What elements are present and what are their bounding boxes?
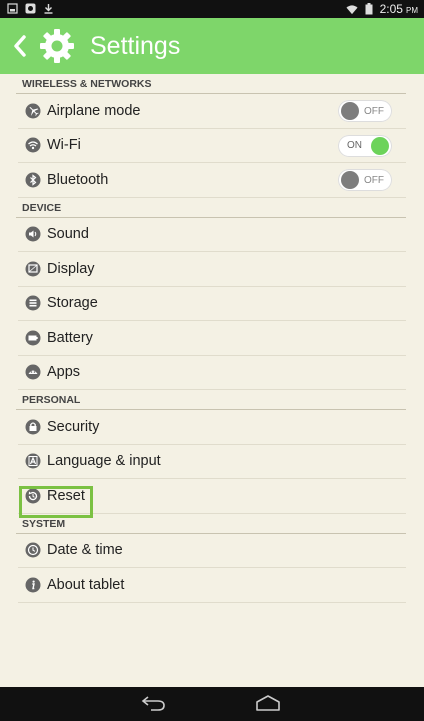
wifi-signal-icon [346, 3, 358, 15]
toggle-state: ON [347, 140, 362, 151]
nav-home-icon[interactable] [254, 693, 282, 718]
settings-gear-icon [36, 25, 78, 67]
settings-list: WIRELESS & NETWORKS Airplane mode OFF Wi… [16, 74, 406, 603]
time-text: 2:05 [379, 2, 403, 16]
language-icon [24, 452, 42, 470]
settings-item-label: Battery [47, 329, 93, 346]
settings-item-label: Language & input [47, 453, 161, 470]
settings-item-display[interactable]: Display [18, 252, 406, 287]
toggle-knob [341, 171, 359, 189]
settings-item-label: Wi-Fi [47, 137, 81, 154]
wifi-icon [24, 136, 42, 154]
settings-item-sound[interactable]: Sound [18, 218, 406, 252]
settings-item-label: Bluetooth [47, 171, 109, 188]
section-header-personal: PERSONAL [16, 390, 406, 410]
toggle-state: OFF [364, 174, 384, 186]
screenshot-icon [6, 2, 18, 14]
clock-time: 2:05 PM [380, 2, 418, 16]
settings-item-label: Sound [47, 226, 89, 243]
settings-item-bluetooth[interactable]: Bluetooth OFF [18, 163, 406, 198]
wifi-toggle[interactable]: ON [338, 134, 392, 157]
settings-item-label: Storage [47, 295, 98, 312]
status-bar: 2:05 PM [0, 0, 424, 18]
bluetooth-icon [24, 171, 42, 189]
toggle-knob [371, 136, 389, 155]
settings-item-storage[interactable]: Storage [18, 287, 406, 321]
settings-item-wifi[interactable]: Wi-Fi ON [18, 129, 406, 163]
app-icon [24, 2, 36, 14]
settings-item-label: Security [47, 418, 100, 435]
settings-item-language-input[interactable]: Language & input [18, 445, 406, 479]
settings-item-label: Date & time [47, 542, 123, 559]
reset-icon [24, 487, 42, 505]
action-bar: Settings [0, 18, 424, 74]
settings-item-label: Apps [47, 364, 81, 381]
settings-item-apps[interactable]: Apps [18, 356, 406, 390]
clock-icon [24, 541, 42, 559]
storage-icon [24, 294, 42, 312]
section-header-device: DEVICE [16, 198, 406, 218]
settings-item-label: Reset [47, 487, 85, 504]
download-icon [42, 2, 54, 14]
settings-item-label: About tablet [47, 576, 125, 593]
info-icon [24, 576, 42, 594]
settings-item-about-tablet[interactable]: About tablet [18, 568, 406, 603]
settings-item-label: Airplane mode [47, 102, 141, 119]
apps-icon [24, 363, 42, 381]
navigation-bar [0, 687, 424, 721]
display-icon [24, 260, 42, 278]
settings-item-battery[interactable]: Battery [18, 321, 406, 356]
section-header-system: SYSTEM [16, 514, 406, 534]
ampm-text: PM [406, 6, 418, 15]
lock-icon [24, 418, 42, 436]
settings-item-airplane-mode[interactable]: Airplane mode OFF [18, 94, 406, 129]
sound-icon [24, 225, 42, 243]
status-right-icons: 2:05 PM [346, 2, 418, 16]
settings-item-security[interactable]: Security [18, 410, 406, 445]
toggle-knob [341, 102, 359, 120]
toggle-state: OFF [364, 105, 384, 117]
settings-item-label: Display [47, 260, 95, 277]
status-left-icons [6, 2, 54, 14]
back-chevron-icon[interactable] [4, 18, 36, 74]
section-header-wireless: WIRELESS & NETWORKS [16, 74, 406, 94]
settings-item-date-time[interactable]: Date & time [18, 534, 406, 568]
battery-icon [24, 329, 42, 347]
battery-status-icon [363, 3, 375, 15]
airplane-icon [24, 102, 42, 120]
nav-back-icon[interactable] [140, 693, 168, 718]
bluetooth-toggle[interactable]: OFF [338, 169, 392, 191]
page-title: Settings [90, 31, 181, 60]
airplane-mode-toggle[interactable]: OFF [338, 100, 392, 122]
settings-item-reset[interactable]: Reset [18, 479, 406, 514]
